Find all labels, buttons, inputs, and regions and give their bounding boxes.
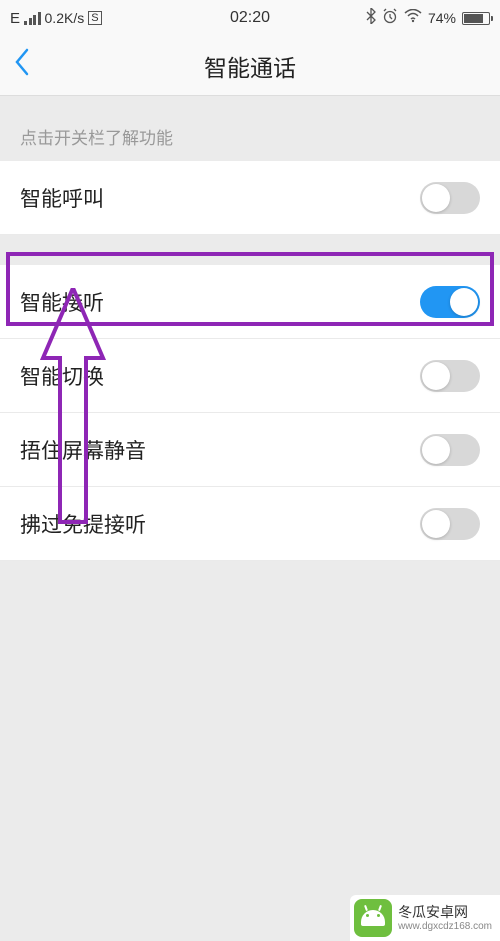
network-type: E	[10, 10, 20, 27]
watermark-name: 冬瓜安卓网	[398, 904, 492, 921]
watermark-url: www.dgxcdz168.com	[398, 921, 492, 932]
toggle-smart-switch[interactable]	[420, 360, 480, 392]
setting-smart-answer[interactable]: 智能接听	[0, 265, 500, 339]
back-button[interactable]	[14, 48, 30, 84]
nav-header: 智能通话	[0, 36, 500, 96]
setting-cover-mute[interactable]: 捂住屏幕静音	[0, 413, 500, 487]
setting-smart-call[interactable]: 智能呼叫	[0, 161, 500, 235]
wifi-icon	[404, 9, 422, 27]
alarm-icon	[382, 8, 398, 28]
toggle-wave-speaker[interactable]	[420, 508, 480, 540]
watermark: 冬瓜安卓网 www.dgxcdz168.com	[350, 895, 500, 941]
bluetooth-icon	[366, 8, 376, 28]
setting-smart-switch[interactable]: 智能切换	[0, 339, 500, 413]
watermark-logo-icon	[354, 899, 392, 937]
status-bar: E 0.2K/s S 02:20 74%	[0, 0, 500, 36]
toggle-smart-call[interactable]	[420, 182, 480, 214]
setting-label: 捂住屏幕静音	[20, 435, 146, 465]
toggle-cover-mute[interactable]	[420, 434, 480, 466]
network-speed: 0.2K/s	[45, 10, 85, 26]
battery-percentage: 74%	[428, 10, 456, 26]
toggle-smart-answer[interactable]	[420, 286, 480, 318]
setting-wave-speaker[interactable]: 拂过免提接听	[0, 487, 500, 561]
status-right: 74%	[366, 8, 490, 28]
setting-label: 智能切换	[20, 361, 104, 391]
setting-label: 智能接听	[20, 287, 104, 317]
setting-label: 智能呼叫	[20, 183, 104, 213]
section-hint: 点击开关栏了解功能	[0, 96, 500, 161]
battery-icon	[462, 12, 490, 25]
sim-indicator: S	[88, 11, 101, 25]
clock: 02:20	[230, 9, 270, 27]
section-gap	[0, 235, 500, 265]
signal-icon	[24, 11, 41, 25]
setting-label: 拂过免提接听	[20, 509, 146, 539]
status-left: E 0.2K/s S	[10, 10, 102, 27]
page-title: 智能通话	[0, 49, 500, 83]
